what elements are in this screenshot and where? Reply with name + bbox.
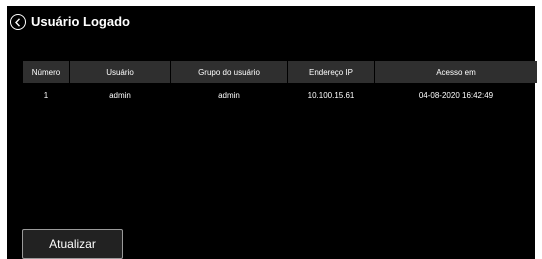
column-header-number: Número <box>23 61 69 83</box>
table-header-row: Número Usuário Grupo do usuário Endereço… <box>23 61 537 83</box>
column-header-user: Usuário <box>70 61 170 83</box>
logged-user-dialog: Usuário Logado Número Usuário Grupo do u… <box>7 6 542 259</box>
cell-group: admin <box>218 90 240 100</box>
close-icon[interactable] <box>533 8 542 22</box>
dialog-header: Usuário Logado <box>7 6 535 36</box>
refresh-button[interactable]: Atualizar <box>22 229 123 259</box>
chevron-left-icon <box>15 17 21 27</box>
cell-number: 1 <box>43 90 49 100</box>
page-title: Usuário Logado <box>31 14 130 29</box>
column-header-group: Grupo do usuário <box>171 61 287 83</box>
table-row[interactable]: 1 admin admin 10.100.15.61 04-08-2020 16… <box>23 83 537 107</box>
column-header-access: Acesso em <box>375 61 537 83</box>
logged-users-table: Número Usuário Grupo do usuário Endereço… <box>22 61 538 107</box>
cell-user: admin <box>109 90 131 100</box>
cell-access-time: 04-08-2020 16:42:49 <box>418 90 494 100</box>
cell-ip: 10.100.15.61 <box>307 90 355 100</box>
back-button[interactable] <box>10 14 26 30</box>
column-header-ip: Endereço IP <box>288 61 374 83</box>
